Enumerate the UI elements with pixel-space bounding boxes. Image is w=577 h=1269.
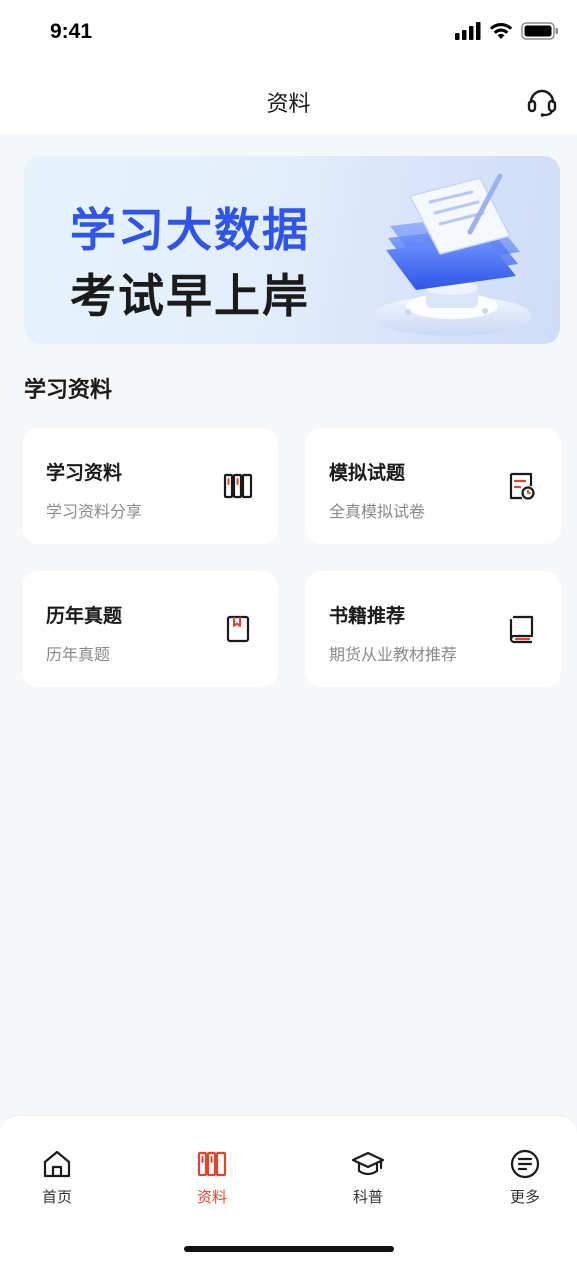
customer-service-button[interactable]	[525, 84, 559, 118]
banner-headline: 学习大数据	[70, 203, 310, 257]
tab-label: 资料	[196, 1188, 227, 1206]
tab-home[interactable]: 首页	[12, 1148, 102, 1207]
status-time: 9:41	[50, 20, 93, 43]
status-icons	[455, 22, 559, 40]
card-subtitle: 学习资料分享	[46, 502, 143, 521]
document-stack-illustration	[372, 173, 532, 336]
card-study-materials[interactable]: 学习资料 学习资料分享	[22, 428, 278, 544]
battery-icon	[521, 22, 558, 40]
card-title: 书籍推荐	[329, 605, 406, 627]
card-title: 历年真题	[46, 605, 123, 627]
home-icon	[43, 1150, 71, 1178]
headset-icon	[527, 89, 557, 117]
card-subtitle: 历年真题	[46, 645, 111, 664]
card-past-exams[interactable]: 历年真题 历年真题	[22, 571, 278, 687]
exam-paper-icon	[509, 472, 535, 500]
signal-icon	[455, 22, 481, 40]
card-book-recommendations[interactable]: 书籍推荐 期货从业教材推荐	[305, 571, 561, 687]
card-mock-exams[interactable]: 模拟试题 全真模拟试卷	[305, 428, 561, 544]
card-subtitle: 全真模拟试卷	[329, 502, 426, 521]
wifi-icon	[489, 23, 513, 39]
bookmark-icon	[226, 615, 250, 643]
books-icon	[223, 473, 253, 499]
tab-label: 更多	[509, 1188, 540, 1206]
home-indicator[interactable]	[184, 1246, 394, 1252]
section-title: 学习资料	[24, 378, 113, 403]
card-subtitle: 期货从业教材推荐	[329, 645, 458, 664]
tab-label: 首页	[41, 1188, 72, 1206]
tab-label: 科普	[352, 1188, 383, 1206]
status-bar: 9:41	[0, 0, 577, 66]
tab-materials[interactable]: 资料	[167, 1148, 257, 1207]
banner-subheadline: 考试早上岸	[70, 269, 310, 323]
graduation-cap-icon	[351, 1151, 385, 1176]
book-icon	[509, 615, 534, 644]
promo-banner[interactable]: 学习大数据 考试早上岸	[24, 156, 560, 344]
tab-more[interactable]: 更多	[480, 1148, 570, 1207]
tab-science[interactable]: 科普	[323, 1148, 413, 1207]
card-title: 学习资料	[46, 462, 123, 484]
page-title: 资料	[266, 92, 311, 117]
page-header: 资料	[0, 66, 577, 134]
card-title: 模拟试题	[329, 462, 406, 484]
books-icon	[197, 1151, 227, 1177]
menu-circle-icon	[510, 1149, 540, 1179]
